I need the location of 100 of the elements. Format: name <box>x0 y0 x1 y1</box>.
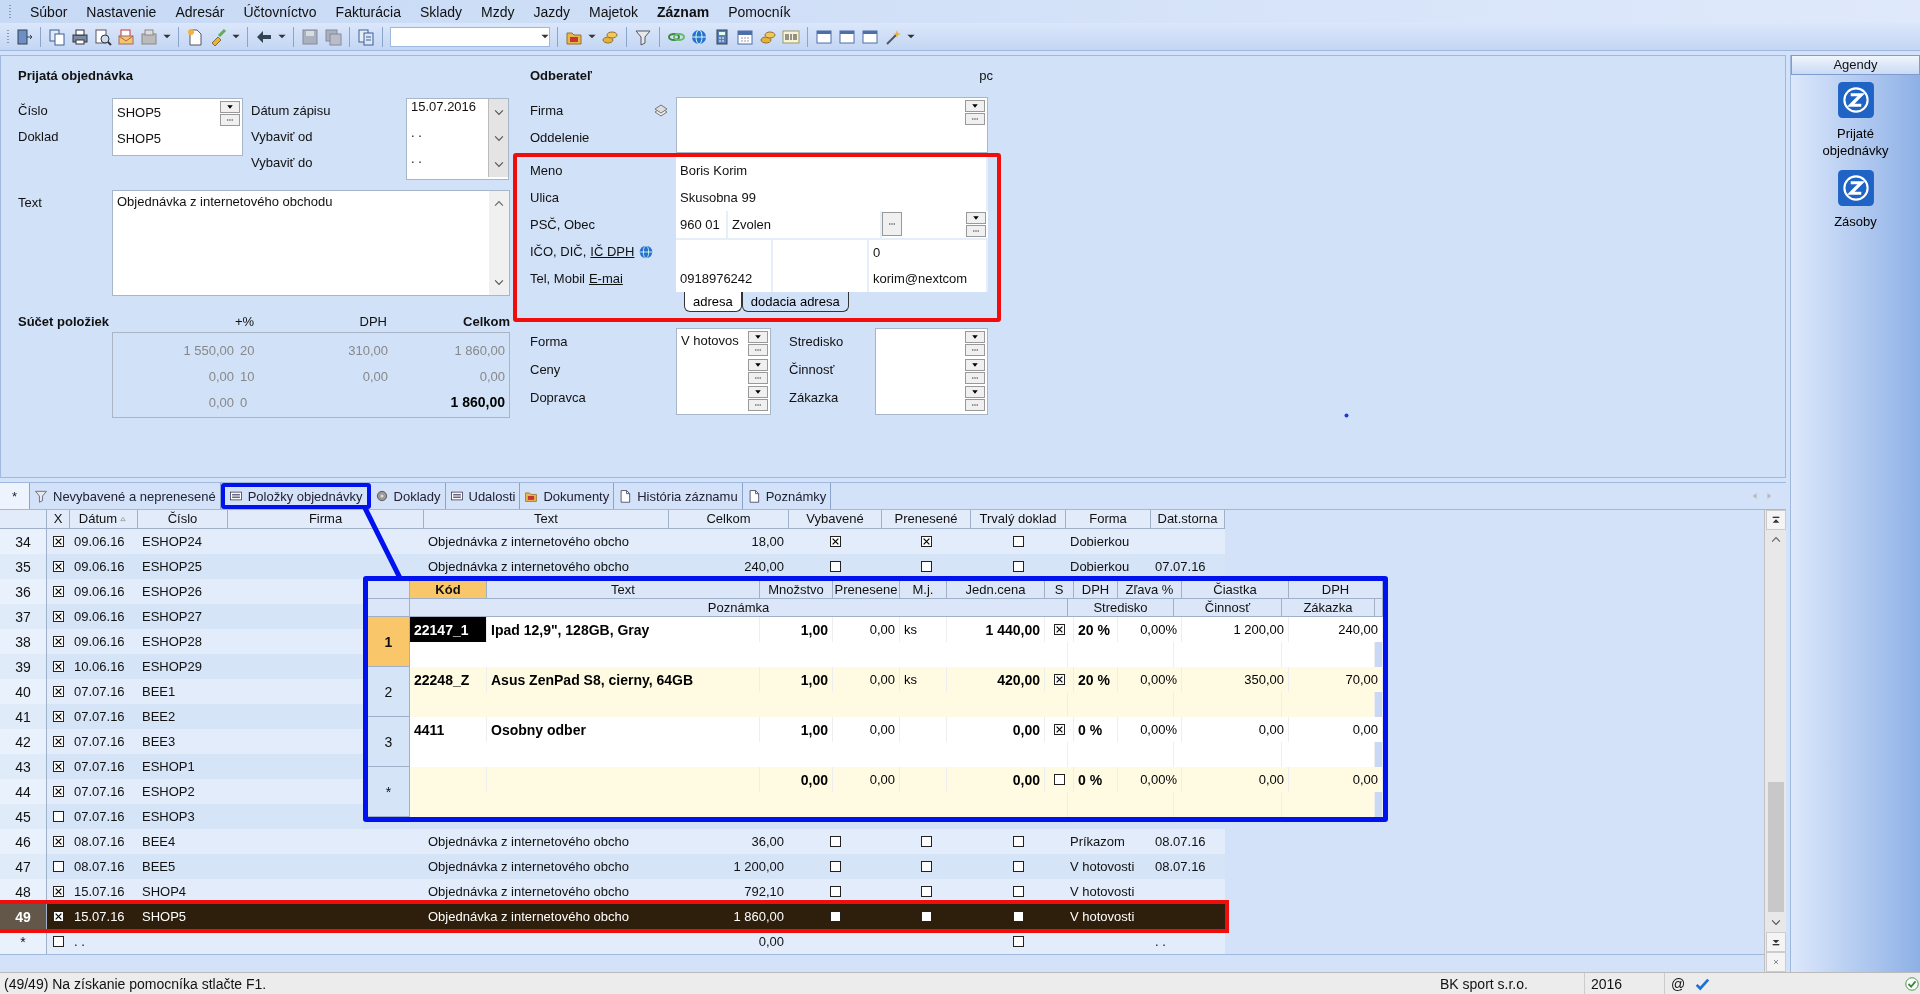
dropdown-button[interactable] <box>965 386 985 398</box>
row-header[interactable]: 39 <box>0 654 47 679</box>
column-header[interactable]: Prenesene <box>833 581 900 599</box>
column-header[interactable]: Trvalý doklad <box>971 510 1066 529</box>
column-header[interactable]: Stredisko <box>1068 599 1174 617</box>
menu-item[interactable]: Majetok <box>588 3 640 20</box>
checkbox[interactable] <box>1012 561 1024 572</box>
column-header[interactable]: M.j. <box>900 581 947 599</box>
row-header[interactable]: 36 <box>0 579 47 604</box>
table-row[interactable]: 44 07.07.16 ESHOP2 <box>0 779 363 804</box>
checkbox[interactable] <box>1053 724 1065 735</box>
tab[interactable]: Doklady <box>370 483 446 509</box>
row-header[interactable]: 1 <box>368 617 410 667</box>
checkbox[interactable] <box>52 886 64 897</box>
checkbox[interactable] <box>52 561 64 572</box>
column-header[interactable]: Činnosť <box>1174 599 1282 617</box>
column-header[interactable]: Text <box>487 581 760 599</box>
checkbox[interactable] <box>920 561 932 572</box>
row-header[interactable]: 41 <box>0 704 47 729</box>
column-header[interactable]: S <box>1045 581 1074 599</box>
column-header[interactable]: Zľava % <box>1118 581 1182 599</box>
email-link[interactable]: E-mai <box>588 271 623 286</box>
table-row[interactable]: 40 07.07.16 BEE1 <box>0 679 363 704</box>
checkbox[interactable] <box>52 861 64 872</box>
checkbox[interactable] <box>1053 624 1065 635</box>
item-row[interactable]: 22147_1 Ipad 12,9", 128GB, Gray 1,00 0,00 ks 1 440,00 20 % 0,00% 1 200,00 240,00 <box>410 617 1383 667</box>
address-tab[interactable]: adresa <box>684 292 742 312</box>
menu-item[interactable]: Jazdy <box>532 3 571 20</box>
scroll-bottom-button[interactable] <box>1765 932 1786 952</box>
table-row[interactable]: 34 09.06.16 ESHOP24 Objednávka z internetového obcho 18,00 Dobierkou <box>0 529 1225 554</box>
date-picker-button[interactable] <box>488 151 508 177</box>
column-header[interactable]: Vybavené <box>789 510 882 529</box>
menu-item[interactable]: Mzdy <box>479 3 516 20</box>
column-header[interactable]: Číslo <box>138 510 228 529</box>
row-header[interactable]: 35 <box>0 554 47 579</box>
checkbox[interactable] <box>829 861 841 872</box>
text-area[interactable]: Objednávka z internetového obchodu <box>112 190 510 296</box>
checkbox[interactable] <box>1012 861 1024 872</box>
checkbox[interactable] <box>52 536 64 547</box>
checkbox[interactable] <box>52 936 64 947</box>
row-header[interactable]: 3 <box>368 717 410 767</box>
field-box[interactable]: SHOP5 SHOP5 <box>112 98 243 156</box>
column-header[interactable]: Forma <box>1066 510 1151 529</box>
tab[interactable]: Položky objednávky <box>220 483 371 509</box>
menu-item[interactable]: Súbor <box>29 3 69 20</box>
row-header[interactable]: 47 <box>0 854 47 879</box>
checkbox[interactable] <box>920 886 932 897</box>
menu-item[interactable]: Adresár <box>174 3 226 20</box>
dropdown-button[interactable] <box>220 101 240 113</box>
tab[interactable]: Udalosti <box>445 483 521 509</box>
row-header[interactable]: 38 <box>0 629 47 654</box>
checkbox[interactable] <box>52 611 64 622</box>
scroll-top-button[interactable] <box>1765 510 1786 530</box>
column-header[interactable]: Kód <box>410 581 487 599</box>
row-header[interactable]: * <box>368 767 410 817</box>
dropdown-button[interactable] <box>965 359 985 371</box>
table-row[interactable]: 38 09.06.16 ESHOP28 <box>0 629 363 654</box>
column-header[interactable]: Zákazka <box>1282 599 1375 617</box>
tab[interactable]: Nevybavené a neprenesené <box>30 483 221 509</box>
dropdown-button[interactable] <box>965 331 985 343</box>
checkbox[interactable] <box>52 811 64 822</box>
menu-item[interactable]: Nastavenie <box>85 3 158 20</box>
payment-field[interactable]: V hotovos <box>676 328 771 415</box>
row-header[interactable]: 2 <box>368 667 410 717</box>
checkbox[interactable] <box>52 736 64 747</box>
row-header[interactable]: 44 <box>0 779 47 804</box>
column-header[interactable]: Množstvo <box>760 581 833 599</box>
column-header[interactable]: Jedn.cena <box>947 581 1045 599</box>
scroll-thumb[interactable] <box>1767 782 1784 912</box>
menu-item[interactable]: Fakturácia <box>334 3 402 20</box>
column-header[interactable]: Poznámka <box>410 599 1068 617</box>
checkbox[interactable] <box>52 911 64 922</box>
checkbox[interactable] <box>1053 774 1065 785</box>
dropdown-button[interactable] <box>748 386 768 398</box>
checkbox[interactable] <box>1012 836 1024 847</box>
address-tab[interactable]: dodacia adresa <box>741 292 849 312</box>
checkbox[interactable] <box>829 886 841 897</box>
checkbox[interactable] <box>829 561 841 572</box>
row-header[interactable]: 43 <box>0 754 47 779</box>
menu-item[interactable]: Pomocník <box>727 3 792 20</box>
checkbox[interactable] <box>52 711 64 722</box>
column-header[interactable]: X <box>47 510 70 529</box>
dropdown-button[interactable] <box>966 212 986 224</box>
checkbox[interactable] <box>1012 536 1024 547</box>
vertical-scrollbar[interactable] <box>1764 510 1786 972</box>
table-row[interactable]: 46 08.07.16 BEE4 Objednávka z internetového obcho 36,00 Príkazom 08.07.16 <box>0 829 1225 854</box>
checkbox[interactable] <box>1012 911 1024 922</box>
checkbox[interactable] <box>52 761 64 772</box>
checkbox[interactable] <box>829 911 841 922</box>
menu-item[interactable]: Účtovníctvo <box>242 3 318 20</box>
checkbox[interactable] <box>920 911 932 922</box>
checkbox[interactable] <box>52 786 64 797</box>
tab[interactable]: * <box>0 483 30 509</box>
checkbox[interactable] <box>52 661 64 672</box>
vat-id-link[interactable]: IČ DPH <box>590 244 635 259</box>
row-header[interactable]: 37 <box>0 604 47 629</box>
checkbox[interactable] <box>1012 886 1024 897</box>
row-header[interactable]: 40 <box>0 679 47 704</box>
company-field[interactable] <box>676 97 988 153</box>
dropdown-button[interactable] <box>748 331 768 343</box>
